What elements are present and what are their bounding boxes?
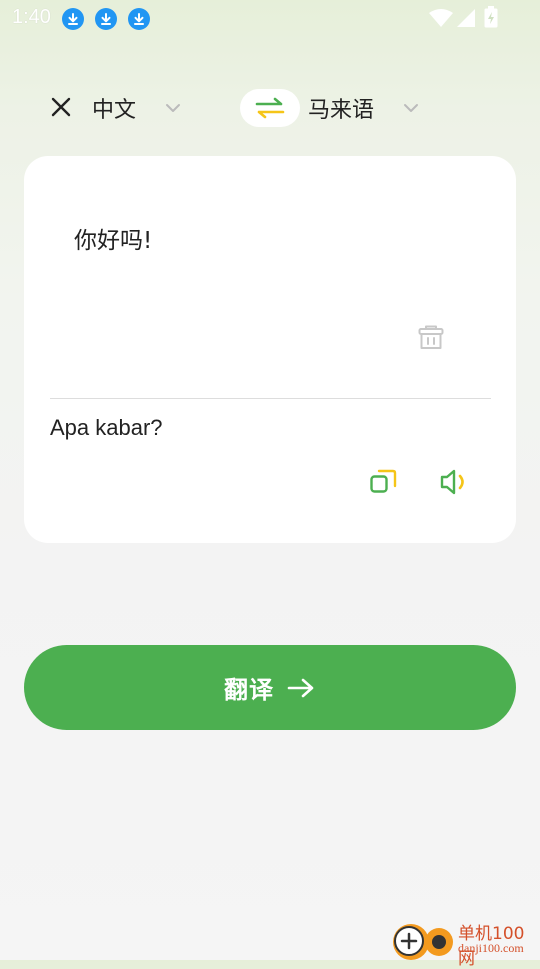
watermark-url: danji100.com bbox=[458, 941, 524, 955]
source-text-input[interactable]: 你好吗! bbox=[74, 221, 152, 255]
source-language-selector[interactable]: 中文 bbox=[92, 92, 136, 124]
signal-icon bbox=[456, 8, 476, 28]
target-language-label: 马来语 bbox=[308, 98, 375, 123]
close-button[interactable] bbox=[46, 92, 76, 122]
status-bar: 1:40 bbox=[0, 0, 540, 36]
translated-text: Apa kabar? bbox=[50, 415, 163, 440]
translate-button-label: 翻译 bbox=[224, 676, 274, 704]
close-icon bbox=[51, 97, 71, 117]
target-language-selector[interactable]: 马来语 bbox=[308, 92, 374, 124]
chevron-down-icon[interactable] bbox=[164, 99, 182, 117]
download-icon bbox=[128, 8, 150, 30]
trash-icon bbox=[418, 325, 444, 349]
wifi-icon bbox=[428, 8, 454, 28]
download-icon bbox=[95, 8, 117, 30]
arrow-right-icon bbox=[287, 678, 314, 697]
swap-languages-button[interactable] bbox=[240, 89, 300, 127]
speaker-icon bbox=[440, 469, 464, 495]
speak-button[interactable] bbox=[438, 467, 470, 497]
copy-button[interactable] bbox=[368, 467, 398, 497]
status-time: 1:40 bbox=[12, 6, 51, 28]
source-language-label: 中文 bbox=[92, 98, 137, 123]
download-icon bbox=[62, 8, 84, 30]
swap-arrows-icon bbox=[255, 97, 285, 119]
battery-charging-icon bbox=[484, 6, 498, 28]
translate-button[interactable]: 翻译 bbox=[24, 645, 516, 730]
chevron-down-icon[interactable] bbox=[402, 99, 420, 117]
watermark-logo bbox=[390, 918, 456, 960]
card-divider bbox=[50, 398, 491, 399]
clear-text-button[interactable] bbox=[416, 322, 446, 352]
copy-icon bbox=[370, 469, 397, 493]
